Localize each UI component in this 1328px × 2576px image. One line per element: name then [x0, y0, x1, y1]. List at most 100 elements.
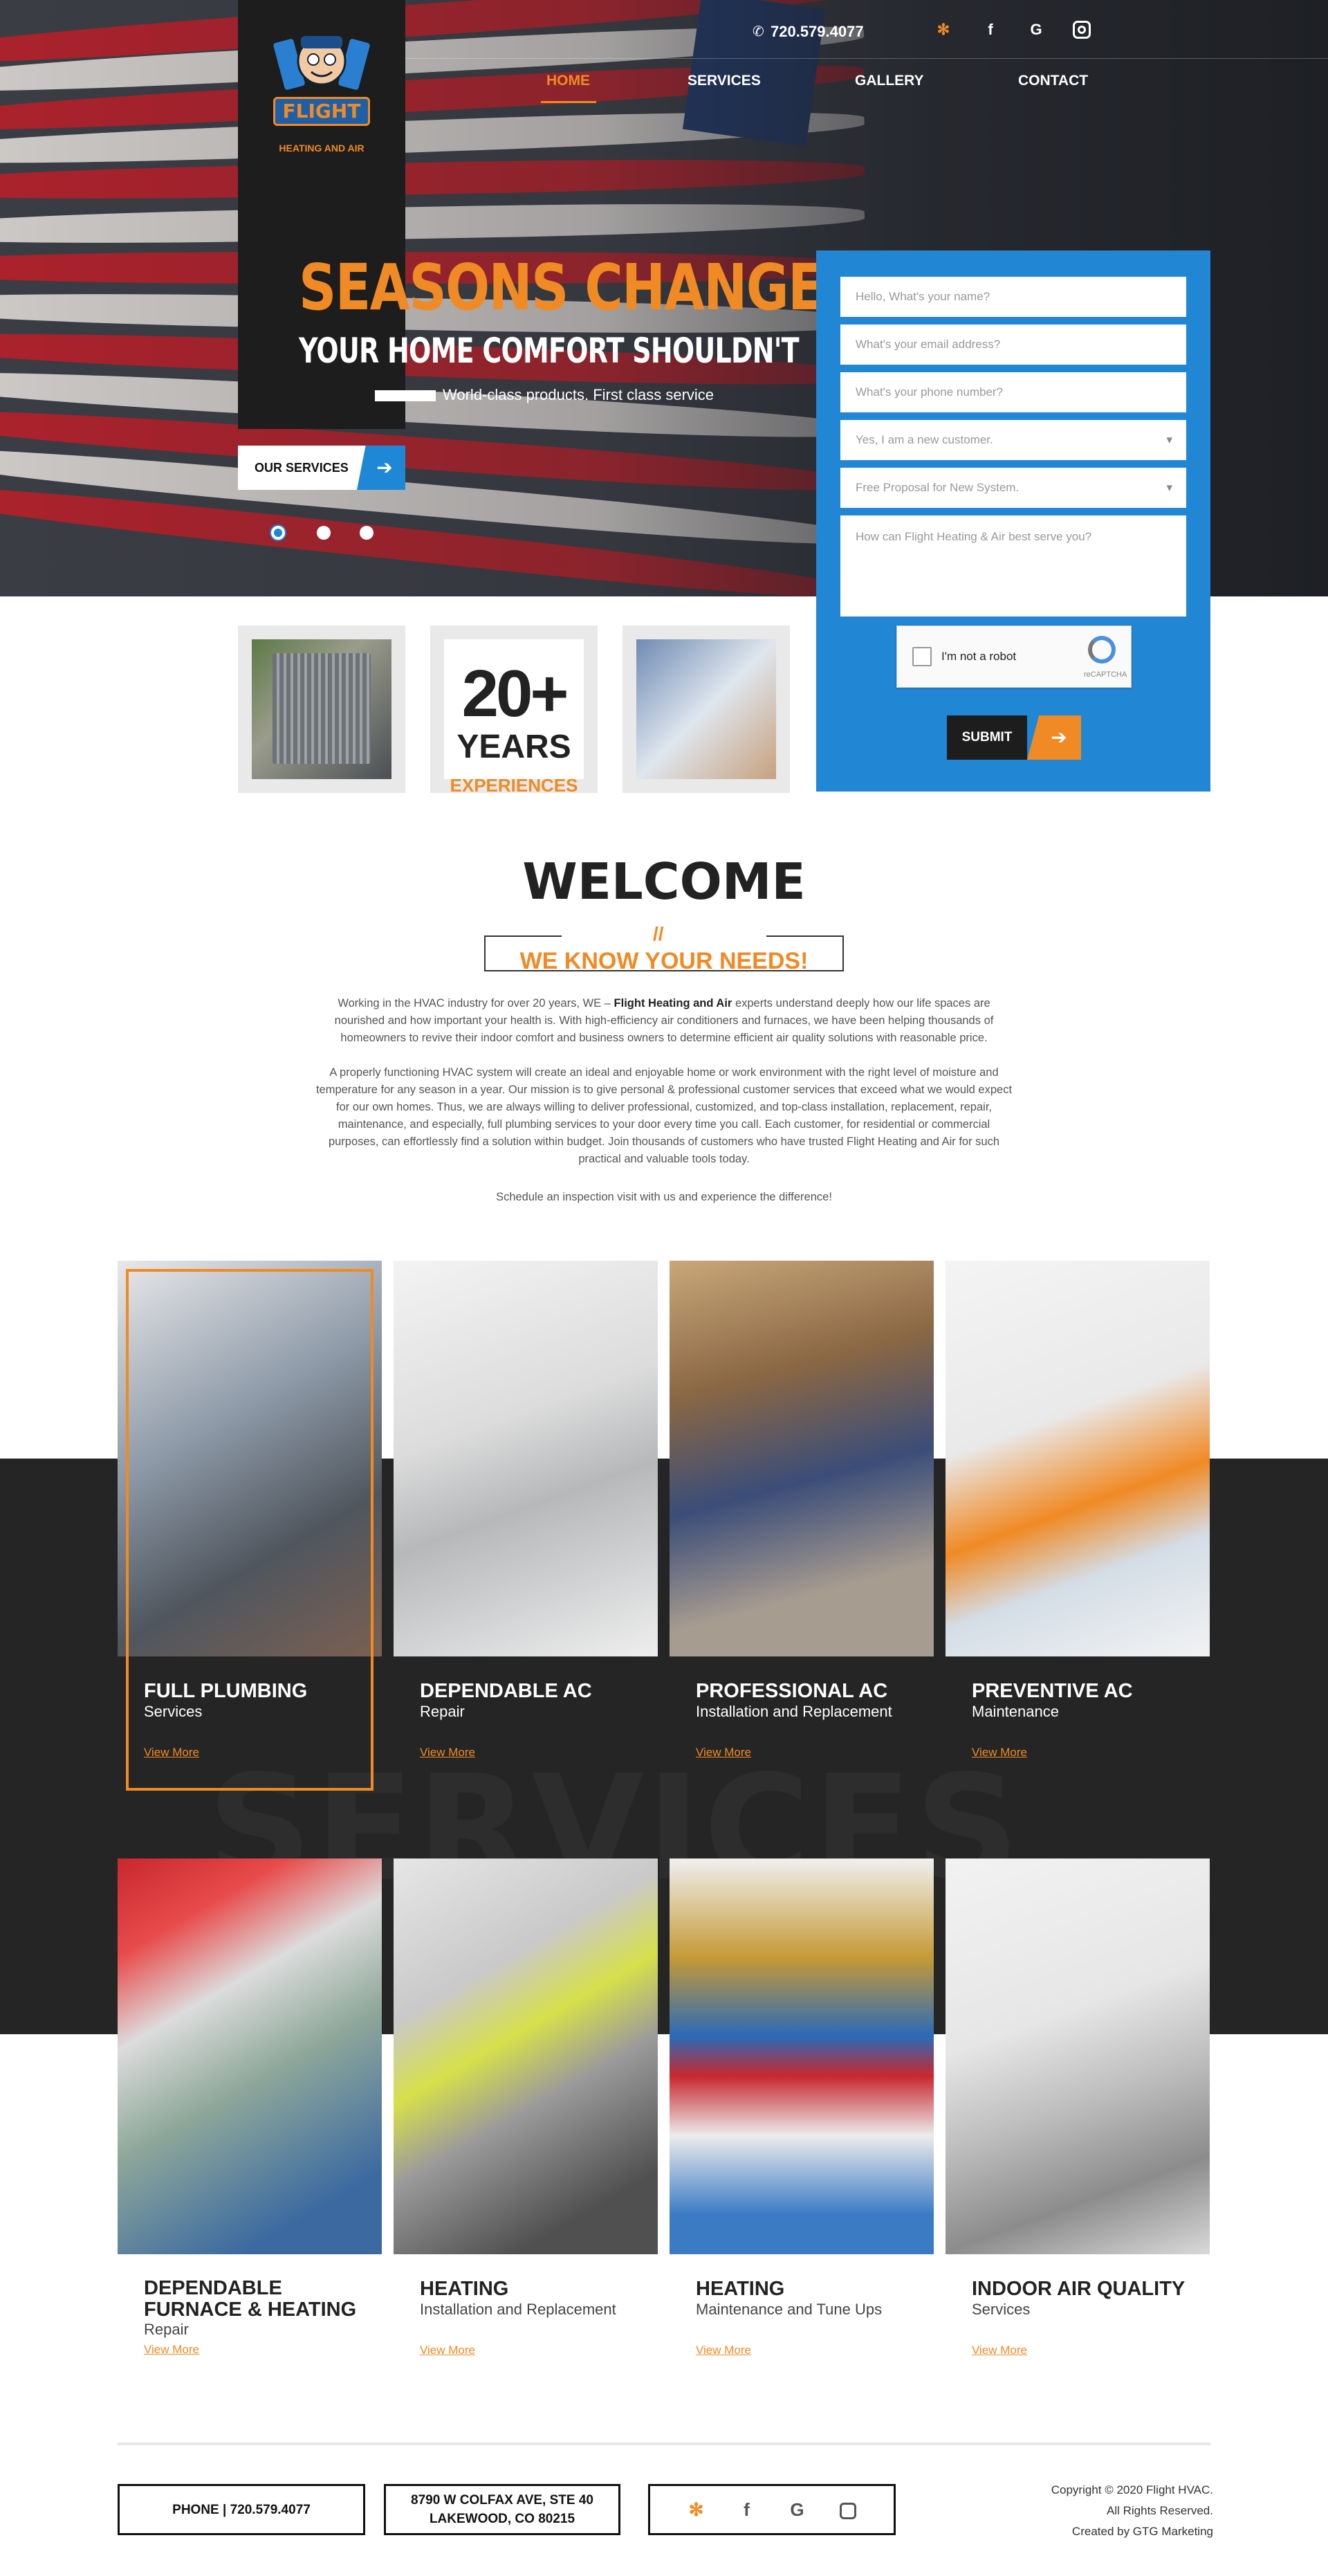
customer-type-select[interactable]: Yes, I am a new customer. — [840, 420, 1186, 460]
service-card-ac-maintenance[interactable] — [946, 1261, 1210, 1656]
service-subtitle: Repair — [144, 2321, 189, 2338]
our-services-label: OUR SERVICES — [255, 460, 349, 475]
slider-dot-2[interactable] — [317, 526, 331, 540]
welcome-paragraph-3: Schedule an inspection visit with us and… — [496, 1191, 832, 1203]
footer-copyright: Copyright © 2020 Flight HVAC. All Rights… — [982, 2480, 1213, 2542]
service-subtitle: Maintenance and Tune Ups — [696, 2301, 883, 2318]
service-card-ac-repair[interactable] — [394, 1261, 658, 1656]
yelp-icon[interactable]: ✻ — [683, 2500, 710, 2519]
subtitle-hash-icon: // — [653, 923, 664, 944]
service-subtitle: Maintenance — [972, 1703, 1059, 1720]
google-icon[interactable]: G — [1026, 19, 1046, 40]
submit-button[interactable]: SUBMIT ➔ — [947, 715, 1081, 760]
logo-tagline: HEATING AND AIR — [279, 143, 365, 154]
service-title: HEATING — [420, 2278, 509, 2300]
years-experience-card: 20+ YEARS EXPERIENCES — [430, 625, 598, 796]
welcome-paragraph-1: Working in the HVAC industry for over 20… — [315, 995, 1013, 1047]
rights-text: All Rights Reserved. — [1106, 2504, 1213, 2517]
footer-address-line1: 8790 W COLFAX AVE, STE 40 — [411, 2493, 593, 2508]
message-textarea[interactable]: How can Flight Heating & Air best serve … — [840, 515, 1186, 616]
our-services-button[interactable]: OUR SERVICES ➔ — [238, 446, 405, 490]
slider-dot-1[interactable] — [271, 526, 285, 540]
service-text-heating-install: HEATING Installation and Replacement Vie… — [420, 2278, 648, 2357]
welcome-subtitle: WE KNOW YOUR NEEDS! — [519, 948, 809, 974]
service-card-air-quality[interactable] — [946, 1858, 1210, 2254]
service-text-furnace: DEPENDABLE FURNACE & HEATING Repair View… — [144, 2278, 372, 2357]
arrow-right-icon: ➔ — [1027, 715, 1081, 760]
service-card-heating-install[interactable] — [394, 1858, 658, 2254]
service-title: INDOOR AIR QUALITY — [972, 2278, 1186, 2300]
logo-mascot-icon[interactable] — [273, 26, 370, 102]
credit-link[interactable]: Created by GTG Marketing — [982, 2521, 1213, 2542]
service-title: PROFESSIONAL AC — [696, 1680, 888, 1702]
arrow-right-icon: ➔ — [357, 446, 405, 490]
footer-address-line2: LAKEWOOD, CO 80215 — [429, 2512, 575, 2526]
years-caption: EXPERIENCES — [450, 775, 578, 796]
welcome-title: WELCOME — [522, 852, 806, 911]
heating-maint-photo — [670, 1858, 934, 2254]
footer-phone: PHONE | 720.579.4077 — [172, 2502, 311, 2517]
service-subtitle: Installation and Replacement — [696, 1703, 892, 1720]
ac-unit-photo-card — [238, 625, 405, 793]
recaptcha-label: I'm not a robot — [941, 650, 1017, 663]
header-phone[interactable]: 720.579.4077 — [771, 23, 864, 41]
nav-services[interactable]: SERVICES — [688, 73, 761, 89]
footer-divider — [118, 2442, 1210, 2445]
welcome-paragraph-2: A properly functioning HVAC system will … — [315, 1066, 1013, 1165]
technician-photo-card — [622, 625, 790, 793]
recaptcha-widget: I'm not a robot reCAPTCHA — [896, 625, 1132, 688]
service-title: DEPENDABLE AC — [420, 1680, 592, 1702]
service-subtitle: Repair — [420, 1703, 465, 1720]
service-card-furnace[interactable] — [118, 1858, 382, 2254]
technician-photo — [636, 639, 776, 779]
proposal-select[interactable]: Free Proposal for New System. — [840, 468, 1186, 508]
submit-label: SUBMIT — [947, 715, 1027, 760]
recaptcha-checkbox[interactable] — [912, 647, 932, 666]
nav-active-indicator — [541, 101, 596, 103]
facebook-icon[interactable]: f — [733, 2500, 761, 2519]
p1-start: Working in the HVAC industry for over 20… — [338, 997, 614, 1010]
furnace-photo — [118, 1858, 382, 2254]
instagram-icon[interactable] — [1073, 21, 1091, 39]
footer-address-box[interactable]: 8790 W COLFAX AVE, STE 40 LAKEWOOD, CO 8… — [384, 2484, 620, 2535]
yelp-icon[interactable]: ✻ — [933, 19, 954, 40]
view-more-link[interactable]: View More — [972, 1746, 1207, 1760]
view-more-link[interactable]: View More — [144, 2343, 372, 2357]
hero-subheadline: YOUR HOME COMFORT SHOULDN'T — [299, 331, 800, 371]
email-input[interactable]: What's your email address? — [840, 325, 1186, 365]
ac-maintenance-photo — [946, 1261, 1210, 1656]
logo-wordmark[interactable]: FLIGHT — [273, 97, 370, 126]
service-card-heating-maint[interactable] — [670, 1858, 934, 2254]
view-more-link[interactable]: View More — [696, 1746, 931, 1760]
service-hover-frame — [126, 1269, 374, 1791]
view-more-link[interactable]: View More — [420, 2344, 648, 2357]
hero-headline: SEASONS CHANGE — [299, 250, 824, 325]
ac-unit-photo — [252, 639, 391, 779]
name-input[interactable]: Hello, What's your name? — [840, 277, 1186, 317]
copyright-text: Copyright © 2020 Flight HVAC. — [1051, 2483, 1213, 2496]
company-name: Flight Heating and Air — [614, 997, 732, 1010]
ac-repair-photo — [394, 1261, 658, 1656]
view-more-link[interactable]: View More — [420, 1746, 648, 1760]
nav-home[interactable]: HOME — [546, 73, 590, 89]
nav-contact[interactable]: CONTACT — [1018, 73, 1088, 89]
recaptcha-logo-icon — [1088, 636, 1116, 664]
nav-gallery[interactable]: GALLERY — [855, 73, 924, 89]
service-text-air-quality: INDOOR AIR QUALITY Services View More — [972, 2278, 1207, 2357]
view-more-link[interactable]: View More — [696, 2344, 931, 2357]
years-number: 20+ — [461, 657, 569, 731]
footer-phone-box[interactable]: PHONE | 720.579.4077 — [118, 2484, 365, 2535]
slider-dot-3[interactable] — [360, 526, 374, 540]
service-card-ac-install[interactable] — [670, 1261, 934, 1656]
phone-input[interactable]: What's your phone number? — [840, 372, 1186, 412]
google-icon[interactable]: G — [784, 2500, 811, 2519]
service-title: PREVENTIVE AC — [972, 1680, 1133, 1702]
instagram-icon[interactable] — [834, 2500, 862, 2519]
facebook-icon[interactable]: f — [980, 19, 1001, 40]
view-more-link[interactable]: View More — [972, 2344, 1207, 2357]
service-title: HEATING — [696, 2278, 785, 2300]
air-quality-photo — [946, 1858, 1210, 2254]
ac-install-photo — [670, 1261, 934, 1656]
header-divider — [405, 58, 1328, 59]
heating-install-photo — [394, 1858, 658, 2254]
